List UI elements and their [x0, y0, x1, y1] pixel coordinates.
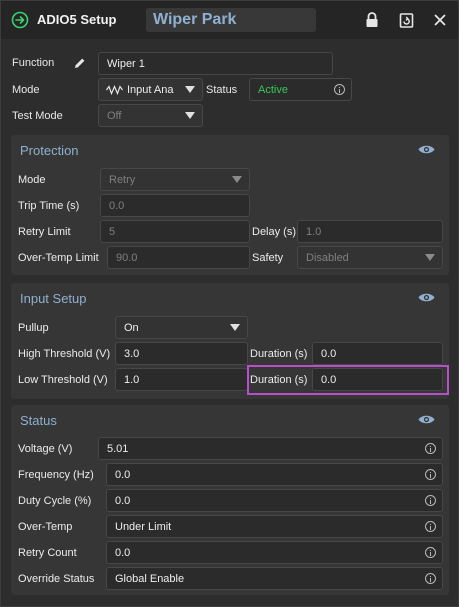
focus-highlight-frame	[247, 365, 449, 395]
info-icon[interactable]	[425, 443, 436, 454]
retry-limit-label: Retry Limit	[18, 226, 71, 238]
safety-value: Disabled	[306, 252, 349, 264]
high-duration-label: Duration (s)	[250, 348, 308, 360]
duty-cycle-field: 0.0	[106, 489, 443, 512]
reset-button[interactable]	[397, 11, 415, 29]
retry-count-label: Retry Count	[18, 547, 77, 559]
title-bar: ADIO5 Setup Wiper Park	[1, 1, 458, 39]
low-threshold-field[interactable]: 1.0	[115, 368, 248, 391]
overtemp-limit-label: Over-Temp Limit	[18, 252, 99, 264]
protection-mode-select[interactable]: Retry	[100, 168, 250, 191]
safety-select[interactable]: Disabled	[297, 246, 443, 269]
test-mode-select[interactable]: Off	[98, 104, 203, 127]
edit-pencil-icon[interactable]	[74, 57, 86, 69]
retry-count-value: 0.0	[115, 547, 131, 559]
chevron-down-icon	[232, 176, 242, 183]
mode-label: Mode	[12, 84, 40, 96]
frequency-value: 0.0	[115, 469, 131, 481]
chevron-down-icon	[425, 254, 435, 261]
eye-icon[interactable]	[418, 414, 435, 425]
duty-cycle-label: Duty Cycle (%)	[18, 495, 92, 507]
info-icon[interactable]	[425, 469, 436, 480]
overtemp-value: Under Limit	[115, 521, 172, 533]
function-field[interactable]: Wiper 1	[98, 52, 333, 75]
frequency-label: Frequency (Hz)	[18, 469, 94, 481]
delay-label: Delay (s)	[252, 226, 297, 238]
info-icon[interactable]	[425, 573, 436, 584]
retry-limit-field[interactable]: 5	[100, 220, 250, 243]
adio5-setup-window: ADIO5 Setup Wiper Park Function Wiper 1 …	[0, 0, 459, 607]
low-threshold-label: Low Threshold (V)	[18, 374, 108, 386]
pullup-select[interactable]: On	[115, 316, 248, 339]
function-label: Function	[12, 57, 55, 69]
waveform-icon	[106, 85, 123, 95]
overtemp-label: Over-Temp	[18, 521, 73, 533]
test-mode-value: Off	[107, 110, 122, 122]
safety-label: Safety	[252, 252, 284, 264]
status-field: Active	[249, 78, 352, 101]
voltage-field: 5.01	[98, 437, 443, 460]
protection-section: Protection Mode Retry Trip Time (s) 0.0 …	[11, 135, 449, 275]
info-icon[interactable]	[425, 547, 436, 558]
status-label: Status	[206, 84, 238, 96]
pullup-value: On	[124, 322, 139, 334]
overtemp-limit-field[interactable]: 90.0	[107, 246, 250, 269]
override-status-field: Global Enable	[106, 567, 443, 590]
chevron-down-icon	[185, 112, 195, 119]
input-setup-title: Input Setup	[20, 291, 87, 306]
chevron-down-icon	[230, 324, 240, 331]
override-status-label: Override Status	[18, 573, 95, 585]
voltage-label: Voltage (V)	[18, 443, 73, 455]
overtemp-field: Under Limit	[106, 515, 443, 538]
mode-select-value: Input Ana	[127, 84, 174, 96]
window-title: ADIO5 Setup	[37, 12, 117, 27]
eye-icon[interactable]	[418, 292, 435, 303]
status-section: Status Voltage (V) 5.01 Frequency (Hz) 0…	[11, 405, 449, 595]
mode-select[interactable]: Input Ana	[98, 78, 203, 101]
override-status-value: Global Enable	[115, 573, 185, 585]
protection-title: Protection	[20, 143, 79, 158]
arrow-circle-icon	[11, 11, 29, 29]
pullup-label: Pullup	[18, 322, 49, 334]
info-icon[interactable]	[334, 84, 345, 95]
trip-time-label: Trip Time (s)	[18, 200, 80, 212]
test-mode-label: Test Mode	[12, 110, 63, 122]
high-threshold-label: High Threshold (V)	[18, 348, 111, 360]
close-icon	[434, 14, 446, 26]
status-title: Status	[20, 413, 57, 428]
high-duration-field[interactable]: 0.0	[312, 342, 443, 365]
eye-icon[interactable]	[418, 144, 435, 155]
high-threshold-field[interactable]: 3.0	[115, 342, 248, 365]
trip-time-field[interactable]: 0.0	[100, 194, 250, 217]
close-button[interactable]	[431, 11, 449, 29]
lock-button[interactable]	[363, 11, 381, 29]
lock-icon	[366, 12, 378, 27]
info-icon[interactable]	[425, 521, 436, 532]
voltage-value: 5.01	[107, 443, 129, 455]
reset-icon	[399, 13, 413, 28]
retry-count-field: 0.0	[106, 541, 443, 564]
protection-mode-value: Retry	[109, 174, 136, 186]
protection-mode-label: Mode	[18, 174, 46, 186]
frequency-field: 0.0	[106, 463, 443, 486]
info-icon[interactable]	[425, 495, 436, 506]
chevron-down-icon	[185, 86, 195, 93]
channel-name-field[interactable]: Wiper Park	[146, 8, 316, 32]
delay-field[interactable]: 1.0	[297, 220, 443, 243]
status-value: Active	[258, 84, 288, 96]
duty-cycle-value: 0.0	[115, 495, 131, 507]
